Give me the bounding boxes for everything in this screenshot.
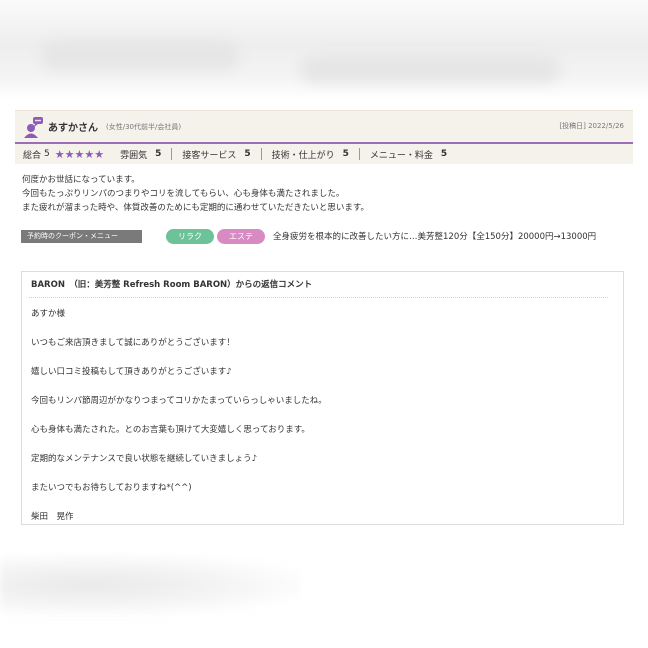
total-rating-score: 5 bbox=[44, 149, 50, 159]
blurred-page-top bbox=[0, 0, 648, 100]
reply-line: 今回もリンパ節周辺がかなりつまってコリかたまっていらっしゃいましたね。 bbox=[31, 396, 327, 406]
reply-line: いつもご来店頂きまして誠にありがとうございます！ bbox=[31, 338, 235, 348]
reviewer-attributes: (女性/30代前半/会社員) bbox=[106, 122, 182, 131]
rating-category-technique: 技術・仕上がり 5 bbox=[272, 148, 349, 161]
rating-category-label: 雰囲気 bbox=[120, 150, 148, 161]
tag-este[interactable]: エステ bbox=[217, 229, 265, 244]
review-body: 何度かお世話になっています。 今回もたっぷりリンパのつまりやコリを流してもらい、… bbox=[15, 164, 633, 215]
rating-category-score: 5 bbox=[440, 149, 448, 159]
review-card: あすかさん (女性/30代前半/会社員) [投稿日] 2022/5/26 総合 … bbox=[15, 110, 633, 525]
rating-category-menu-price: メニュー・料金 5 bbox=[370, 148, 447, 161]
coupon-label: 予約時のクーポン・メニュー bbox=[21, 230, 142, 243]
review-body-line: 何度かお世話になっています。 bbox=[22, 175, 140, 185]
rating-category-score: 5 bbox=[155, 149, 162, 159]
posted-date: [投稿日] 2022/5/26 bbox=[559, 122, 624, 130]
reply-line: あすか様 bbox=[31, 309, 66, 319]
tag-relax[interactable]: リラク bbox=[166, 229, 214, 244]
review-body-line: 今回もたっぷりリンパのつまりやコリを流してもらい、心も身体も満たされました。 bbox=[22, 189, 345, 199]
coupon-menu-link[interactable]: 全身疲労を根本的に改善したい方に…美芳整120分【全150分】20000円→13… bbox=[273, 230, 625, 244]
divider bbox=[260, 148, 262, 160]
divider bbox=[358, 148, 360, 160]
coupon-row: 予約時のクーポン・メニュー リラク エステ 全身疲労を根本的に改善したい方に…美… bbox=[15, 228, 633, 258]
review-body-line: また疲れが溜まった時や、体質改善のためにも定期的に通わせていただきたいと思います… bbox=[22, 203, 370, 213]
rating-category-score: 5 bbox=[244, 149, 251, 159]
rating-row: 総合 5 ★★★★★ 雰囲気 5 接客サービス 5 技術・仕上がり 5 メニュー… bbox=[15, 142, 633, 164]
total-rating-label: 総合 bbox=[23, 150, 42, 161]
reply-line: 定期的なメンテナンスで良い状態を継続していきましょう♪ bbox=[31, 454, 258, 464]
reply-signature: 柴田 晃作 bbox=[31, 512, 74, 522]
blur-smudge bbox=[300, 55, 560, 83]
rating-category-atmosphere: 雰囲気 5 bbox=[120, 148, 161, 161]
reply-body: あすか様 いつもご来店頂きまして誠にありがとうございます！ 嬉しい口コミ投稿もし… bbox=[29, 298, 616, 539]
rating-category-service: 接客サービス 5 bbox=[182, 148, 250, 161]
reply-line: またいつでもお待ちしておりますね*(^^) bbox=[31, 483, 192, 493]
reply-title: BARON （旧：美芳整 Refresh Room BARON）からの返信コメン… bbox=[29, 272, 608, 298]
divider bbox=[171, 148, 173, 160]
rating-category-label: メニュー・料金 bbox=[369, 150, 433, 161]
star-rating-icon: ★★★★★ bbox=[54, 147, 105, 161]
rating-category-score: 5 bbox=[342, 149, 349, 159]
reviewer-name: あすかさん bbox=[48, 123, 98, 134]
rating-category-label: 接客サービス bbox=[182, 150, 237, 161]
blur-smudge bbox=[40, 40, 240, 70]
reply-line: 心も身体も満たされた。とのお言葉も頂けて大変嬉しく思っております。 bbox=[31, 425, 310, 435]
salon-reply-box: BARON （旧：美芳整 Refresh Room BARON）からの返信コメン… bbox=[21, 271, 624, 525]
blurred-page-bottom bbox=[0, 555, 300, 615]
user-comment-icon bbox=[23, 116, 45, 138]
reply-line: 嬉しい口コミ投稿もして頂きありがとうございます♪ bbox=[31, 367, 232, 377]
rating-category-label: 技術・仕上がり bbox=[271, 150, 335, 161]
review-header: あすかさん (女性/30代前半/会社員) [投稿日] 2022/5/26 bbox=[15, 110, 633, 142]
